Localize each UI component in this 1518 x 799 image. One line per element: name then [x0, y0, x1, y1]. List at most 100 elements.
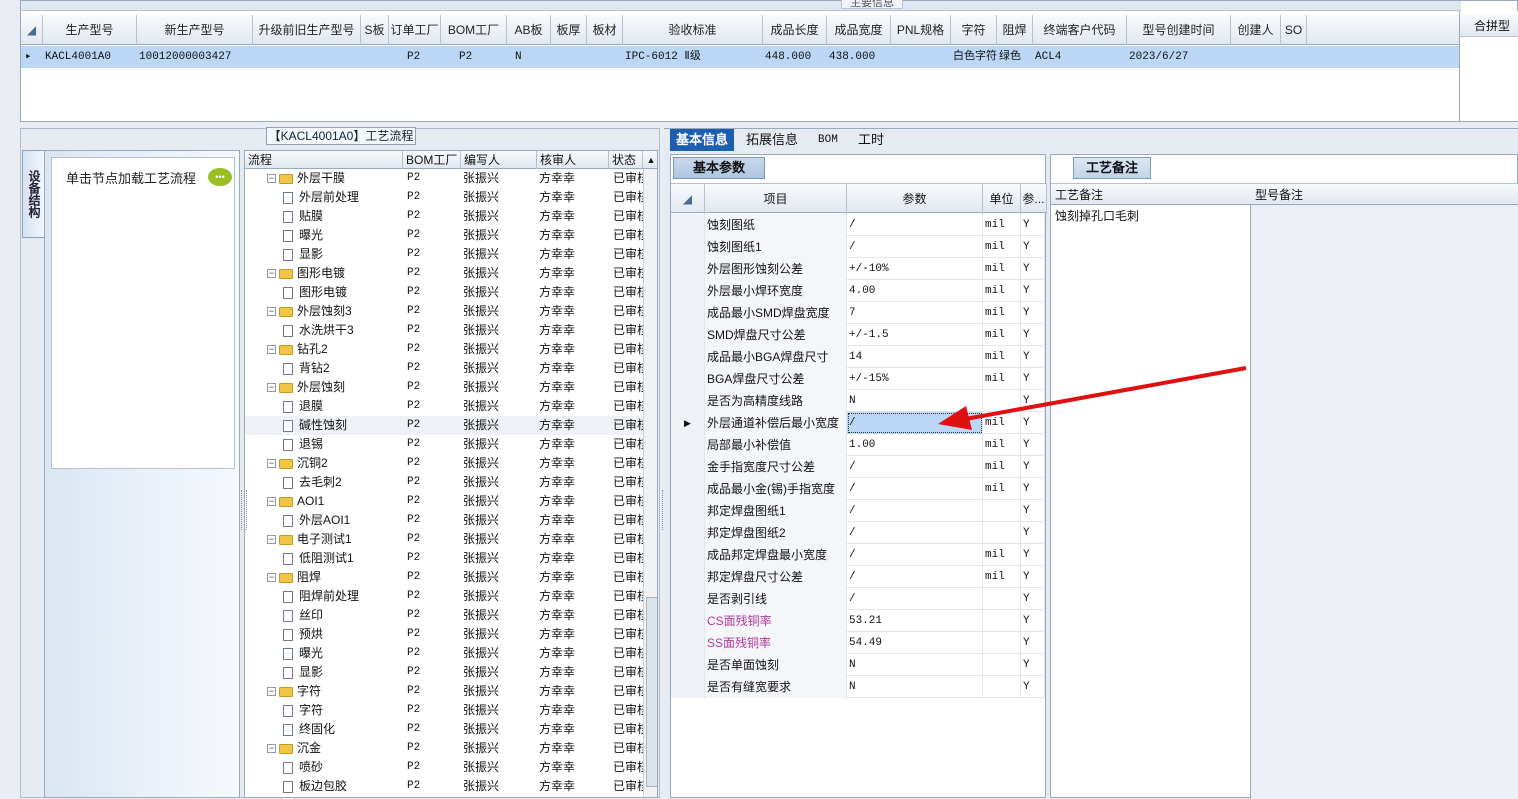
collapse-icon[interactable]: −	[267, 307, 276, 317]
param-row[interactable]: 是否有缝宽要求 N Y	[671, 676, 1045, 698]
tree-node[interactable]: 外层前处理	[283, 188, 401, 207]
tree-row[interactable]: 外层AOI1 P2 张振兴 方幸幸 已审核	[245, 511, 643, 530]
collapse-icon[interactable]: −	[267, 744, 276, 754]
param-value[interactable]: 7	[847, 302, 983, 324]
param-row[interactable]: 成品邦定焊盘最小宽度 / mil Y	[671, 544, 1045, 566]
tab-basic-params[interactable]: 基本参数	[673, 157, 765, 179]
tree-row[interactable]: 贴膜 P2 张振兴 方幸幸 已审核	[245, 207, 643, 226]
tree-row[interactable]: − 沉金 P2 张振兴 方幸幸 已审核	[245, 739, 643, 758]
tree-row[interactable]: − 外层蚀刻3 P2 张振兴 方幸幸 已审核	[245, 302, 643, 321]
tree-row[interactable]: 水洗烘干3 P2 张振兴 方幸幸 已审核	[245, 321, 643, 340]
param-row[interactable]: 邦定焊盘尺寸公差 / mil Y	[671, 566, 1045, 588]
tree-row[interactable]: − 外层干膜 P2 张振兴 方幸幸 已审核	[245, 169, 643, 188]
tree-row[interactable]: 外层前处理 P2 张振兴 方幸幸 已审核	[245, 188, 643, 207]
param-row[interactable]: 是否剥引线 / Y	[671, 588, 1045, 610]
tree-row[interactable]: 低阻测试1 P2 张振兴 方幸幸 已审核	[245, 549, 643, 568]
tree-row[interactable]: 曝光 P2 张振兴 方幸幸 已审核	[245, 226, 643, 245]
collapse-icon[interactable]: −	[267, 497, 276, 507]
collapse-icon[interactable]: −	[267, 687, 276, 697]
grid-col-2[interactable]: 升级前旧生产型号	[253, 15, 361, 45]
tab-right-3[interactable]: 工时	[852, 129, 890, 151]
model-note-cell[interactable]	[1251, 205, 1518, 799]
tree-row[interactable]: 阻焊前处理 P2 张振兴 方幸幸 已审核	[245, 587, 643, 606]
param-row[interactable]: CS面残铜率 53.21 Y	[671, 610, 1045, 632]
param-value[interactable]: /	[847, 500, 983, 522]
param-value[interactable]: +/-1.5	[847, 324, 983, 346]
param-value[interactable]: /	[847, 478, 983, 500]
tree-row[interactable]: 曝光 P2 张振兴 方幸幸 已审核	[245, 644, 643, 663]
tree-node[interactable]: 预烘	[283, 625, 401, 644]
tree-row[interactable]: 退锡 P2 张振兴 方幸幸 已审核	[245, 435, 643, 454]
tree-node[interactable]: 背钻2	[283, 359, 401, 378]
tree-row[interactable]: 背钻2 P2 张振兴 方幸幸 已审核	[245, 359, 643, 378]
param-row[interactable]: 邦定焊盘图纸1/ Y	[671, 500, 1045, 522]
tree-node[interactable]: 外层AOI1	[283, 511, 401, 530]
tree-node[interactable]: 板边包胶	[283, 777, 401, 796]
tree-node[interactable]: − 图形电镀	[267, 264, 401, 283]
tree-row[interactable]: 预烘 P2 张振兴 方幸幸 已审核	[245, 625, 643, 644]
tree-node[interactable]: − AOI1	[267, 492, 401, 511]
tree-node[interactable]: − 沉金	[267, 739, 401, 758]
tree-node[interactable]: 显影	[283, 245, 401, 264]
tree-node[interactable]: − 阻焊	[267, 568, 401, 587]
tree-row[interactable]: 退膜 P2 张振兴 方幸幸 已审核	[245, 397, 643, 416]
tree-col-header[interactable]: 状态	[609, 151, 643, 169]
grid-col-7[interactable]: 板厚	[551, 15, 587, 45]
tree-node[interactable]: 水洗烘干3	[283, 321, 401, 340]
grid-col-0[interactable]: 生产型号	[43, 15, 137, 45]
tree-node[interactable]: − 电子测试1	[267, 530, 401, 549]
grid-col-10[interactable]: 成品长度	[763, 15, 827, 45]
collapse-icon[interactable]: −	[267, 345, 276, 355]
collapse-icon[interactable]: −	[267, 383, 276, 393]
param-value[interactable]: +/-10%	[847, 258, 983, 280]
params-col-header[interactable]: 单位	[983, 184, 1021, 214]
tree-node[interactable]: 阻焊前处理	[283, 587, 401, 606]
tree-node[interactable]: − 外层蚀刻3	[267, 302, 401, 321]
param-value[interactable]: /	[847, 214, 983, 236]
craft-note-cell[interactable]: 蚀刻掉孔口毛刺	[1051, 205, 1251, 799]
tree-row[interactable]: 喷砂 P2 张振兴 方幸幸 已审核	[245, 758, 643, 777]
tree-row[interactable]: 去毛刺2 P2 张振兴 方幸幸 已审核	[245, 473, 643, 492]
grid-row-selected[interactable]: ▸ KACL4001A0 10012000003427 P2 P2 N IPC-6012 Ⅱ…	[21, 46, 1461, 68]
tree-col-header[interactable]: BOM工厂	[403, 151, 461, 169]
tree-row[interactable]: − 图形电镀 P2 张振兴 方幸幸 已审核	[245, 264, 643, 283]
tree-row[interactable]: 图形电镀 P2 张振兴 方幸幸 已审核	[245, 283, 643, 302]
tab-right-0[interactable]: 基本信息	[670, 129, 735, 151]
tree-row[interactable]: 字符 P2 张振兴 方幸幸 已审核	[245, 701, 643, 720]
tree-row[interactable]: − 钻孔2 P2 张振兴 方幸幸 已审核	[245, 340, 643, 359]
tree-row[interactable]: − 外层蚀刻 P2 张振兴 方幸幸 已审核	[245, 378, 643, 397]
tree-row[interactable]: 终固化 P2 张振兴 方幸幸 已审核	[245, 720, 643, 739]
param-row[interactable]: SMD焊盘尺寸公差 +/-1.5 mil Y	[671, 324, 1045, 346]
tree-scrollbar[interactable]	[643, 169, 657, 797]
tree-row[interactable]: 显影 P2 张振兴 方幸幸 已审核	[245, 663, 643, 682]
collapse-icon[interactable]: −	[267, 269, 276, 279]
param-value[interactable]: /	[847, 588, 983, 610]
param-row[interactable]: 蚀刻图纸 / mil Y	[671, 214, 1045, 236]
tree-node[interactable]: 字符	[283, 701, 401, 720]
param-value[interactable]: N	[847, 676, 983, 698]
tree-row[interactable]: − AOI1 P2 张振兴 方幸幸 已审核	[245, 492, 643, 511]
param-row[interactable]: 蚀刻图纸1/mil Y	[671, 236, 1045, 258]
tree-node[interactable]: 退膜	[283, 397, 401, 416]
tree-node[interactable]: 终固化	[283, 720, 401, 739]
param-value[interactable]: N	[847, 654, 983, 676]
tree-row[interactable]: 显影 P2 张振兴 方幸幸 已审核	[245, 245, 643, 264]
tree-node[interactable]: 丝印	[283, 606, 401, 625]
grid-col-13[interactable]: 字符	[951, 15, 997, 45]
grid-col-14[interactable]: 阻焊	[997, 15, 1033, 45]
grid-col-4[interactable]: 订单工厂	[389, 15, 441, 45]
tree-col-header[interactable]: 流程	[245, 151, 403, 169]
param-row[interactable]: 成品最小金(锡)手指宽度 / mil Y	[671, 478, 1045, 500]
grid-col-1[interactable]: 新生产型号	[137, 15, 253, 45]
collapse-icon[interactable]: −	[267, 459, 276, 469]
param-value[interactable]: 54.49	[847, 632, 983, 654]
param-value[interactable]: /	[847, 456, 983, 478]
params-col-header[interactable]: 参...	[1021, 184, 1047, 214]
tree-row[interactable]: − 沉铜2 P2 张振兴 方幸幸 已审核	[245, 454, 643, 473]
tree-col-header[interactable]: 核审人	[537, 151, 609, 169]
param-row[interactable]: SS面残铜率 54.49 Y	[671, 632, 1045, 654]
tree-node[interactable]: − 字符	[267, 682, 401, 701]
grid-col-17[interactable]: 创建人	[1231, 15, 1281, 45]
tree-node[interactable]: 喷砂	[283, 758, 401, 777]
collapse-icon[interactable]: −	[267, 174, 276, 184]
